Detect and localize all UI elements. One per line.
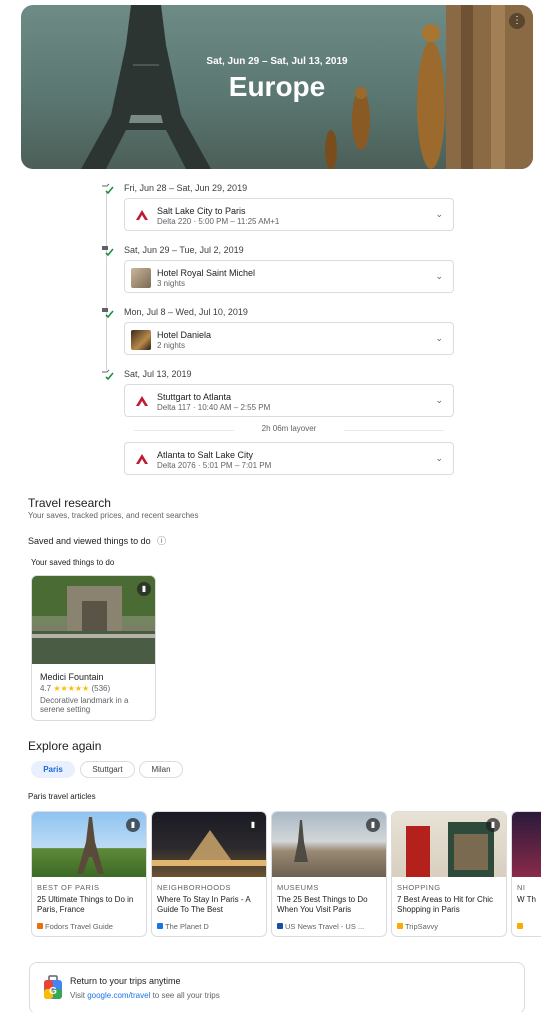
hotel-check-icon <box>101 307 115 319</box>
article-source: US News Travel - US ... <box>277 922 364 931</box>
article-title: The 25 Best Things to Do When You Visit … <box>277 895 368 914</box>
svg-text:G: G <box>49 986 57 997</box>
article-card-partial[interactable]: NI W Th <box>511 811 541 937</box>
delta-logo-icon <box>136 210 148 220</box>
hotel-check-icon <box>101 245 115 257</box>
google-travel-link[interactable]: google.com/travel <box>87 991 150 1000</box>
timeline-date: Fri, Jun 28 – Sat, Jun 29, 2019 <box>124 183 248 193</box>
article-title: 25 Ultimate Things to Do in Paris, Franc… <box>37 895 134 914</box>
source-favicon-icon <box>397 923 403 929</box>
article-category: MUSEUMS <box>277 883 319 892</box>
more-options-icon[interactable]: ⋮ <box>509 13 525 29</box>
delta-logo-icon <box>136 396 148 406</box>
medici-fountain-photo: ▮ <box>32 576 155 664</box>
flight-detail: Delta 220 · 5:00 PM – 11:25 AM+1 <box>157 217 280 226</box>
article-category: NEIGHBORHOODS <box>157 883 232 892</box>
saved-thing-card[interactable]: ▮ Medici Fountain 4.7 ★★★★★ (536) Decora… <box>31 575 156 721</box>
trip-hero-banner: Sat, Jun 29 – Sat, Jul 13, 2019 Europe ⋮ <box>21 5 533 169</box>
review-count: (536) <box>91 684 111 693</box>
hotel-detail: 2 nights <box>157 341 186 350</box>
trip-dates: Sat, Jun 29 – Sat, Jul 13, 2019 <box>206 56 348 67</box>
article-title: W Th <box>517 895 536 904</box>
flight-title: Atlanta to Salt Lake City <box>157 450 254 460</box>
hotel-card[interactable]: Hotel Daniela 2 nights ⌄ <box>124 322 454 355</box>
saved-thing-name: Medici Fountain <box>40 672 104 682</box>
article-title: 7 Best Areas to Hit for Chic Shopping in… <box>397 895 494 914</box>
hotel-title: Hotel Royal Saint Michel <box>157 268 256 278</box>
article-card[interactable]: ▮ SHOPPING 7 Best Areas to Hit for Chic … <box>391 811 507 937</box>
section-title-travel-research: Travel research <box>28 496 111 510</box>
chevron-down-icon[interactable]: ⌄ <box>435 395 443 406</box>
saved-thing-rating: 4.7 ★★★★★ (536) <box>40 684 110 693</box>
star-rating-icon: ★★★★★ <box>53 684 90 693</box>
return-text: Visit google.com/travel to see all your … <box>70 991 220 1000</box>
chevron-down-icon[interactable]: ⌄ <box>435 333 443 344</box>
hotel-thumbnail <box>131 268 151 288</box>
article-source: The Planet D <box>157 922 209 931</box>
return-to-trips-banner: G Return to your trips anytime Visit goo… <box>29 962 525 1012</box>
chip-milan[interactable]: Milan <box>139 761 183 778</box>
source-favicon-icon <box>277 923 283 929</box>
article-card[interactable]: ▮ MUSEUMS The 25 Best Things to Do When … <box>271 811 387 937</box>
chevron-down-icon[interactable]: ⌄ <box>435 271 443 282</box>
article-source: TripSavvy <box>397 922 438 931</box>
source-favicon-icon <box>37 923 43 929</box>
flight-title: Salt Lake City to Paris <box>157 206 246 216</box>
flight-detail: Delta 2076 · 5:01 PM – 7:01 PM <box>157 461 272 470</box>
saved-thing-description: Decorative landmark in a serene setting <box>40 696 129 714</box>
flight-card[interactable]: Salt Lake City to Paris Delta 220 · 5:00… <box>124 198 454 231</box>
saved-header: Saved and viewed things to do ⓘ <box>28 534 166 547</box>
saved-label: Your saved things to do <box>31 558 115 567</box>
bookmark-icon[interactable]: ▮ <box>126 818 140 832</box>
article-photo: ▮ <box>32 812 146 877</box>
chevron-down-icon[interactable]: ⌄ <box>435 209 443 220</box>
hotel-card[interactable]: Hotel Royal Saint Michel 3 nights ⌄ <box>124 260 454 293</box>
trip-title: Europe <box>228 71 326 102</box>
google-travel-bag-icon: G <box>44 975 62 999</box>
article-title: Where To Stay In Paris - A Guide To The … <box>157 895 251 914</box>
bookmark-icon[interactable]: ▮ <box>137 582 151 596</box>
article-card[interactable]: ▮ NEIGHBORHOODS Where To Stay In Paris -… <box>151 811 267 937</box>
article-source: Fodors Travel Guide <box>37 922 113 931</box>
return-title: Return to your trips anytime <box>70 976 181 986</box>
articles-label: Paris travel articles <box>28 792 96 801</box>
chip-paris[interactable]: Paris <box>31 761 75 778</box>
bookmark-icon[interactable]: ▮ <box>366 818 380 832</box>
layover-label: 2h 06m layover <box>124 424 454 436</box>
article-category: NI <box>517 883 526 892</box>
source-favicon-icon <box>517 923 523 929</box>
timeline-date: Sat, Jun 29 – Tue, Jul 2, 2019 <box>124 245 244 255</box>
flight-title: Stuttgart to Atlanta <box>157 392 232 402</box>
article-photo: ▮ <box>272 812 386 877</box>
article-photo: ▮ <box>152 812 266 877</box>
section-subtitle: Your saves, tracked prices, and recent s… <box>28 511 199 520</box>
flight-check-icon <box>101 183 115 195</box>
section-title-explore-again: Explore again <box>28 739 102 753</box>
article-card[interactable]: ▮ BEST OF PARIS 25 Ultimate Things to Do… <box>31 811 147 937</box>
delta-logo-icon <box>136 454 148 464</box>
bookmark-icon[interactable]: ▮ <box>246 818 260 832</box>
hotel-detail: 3 nights <box>157 279 186 288</box>
bookmark-icon[interactable]: ▮ <box>486 818 500 832</box>
rating-value: 4.7 <box>40 684 52 693</box>
flight-card[interactable]: Stuttgart to Atlanta Delta 117 · 10:40 A… <box>124 384 454 417</box>
timeline-date: Mon, Jul 8 – Wed, Jul 10, 2019 <box>124 307 248 317</box>
article-category: SHOPPING <box>397 883 441 892</box>
hotel-title: Hotel Daniela <box>157 330 212 340</box>
source-favicon-icon <box>157 923 163 929</box>
flight-detail: Delta 117 · 10:40 AM – 2:55 PM <box>157 403 271 412</box>
saved-header-label: Saved and viewed things to do <box>28 536 151 546</box>
chip-stuttgart[interactable]: Stuttgart <box>80 761 135 778</box>
info-icon[interactable]: ⓘ <box>157 536 166 546</box>
flight-check-icon <box>101 369 115 381</box>
hotel-thumbnail <box>131 330 151 350</box>
timeline-date: Sat, Jul 13, 2019 <box>124 369 192 379</box>
timeline-line <box>106 192 107 370</box>
chevron-down-icon[interactable]: ⌄ <box>435 453 443 464</box>
article-photo: ▮ <box>392 812 506 877</box>
article-photo <box>512 812 541 877</box>
flight-card[interactable]: Atlanta to Salt Lake City Delta 2076 · 5… <box>124 442 454 475</box>
article-source <box>517 922 525 931</box>
article-category: BEST OF PARIS <box>37 883 100 892</box>
